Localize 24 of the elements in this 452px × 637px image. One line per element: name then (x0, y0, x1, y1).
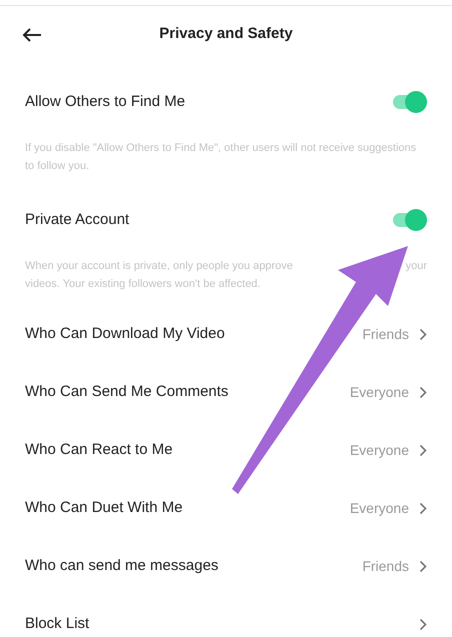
settings-row[interactable]: Block List (0, 595, 452, 637)
settings-row[interactable]: Who Can Download My Video Friends (0, 305, 452, 363)
setting-value: Everyone (350, 382, 409, 402)
settings-row[interactable]: Who Can React to Me Everyone (0, 421, 452, 479)
page-title: Privacy and Safety (158, 24, 294, 44)
setting-label: Who Can React to Me (25, 440, 173, 460)
settings-row[interactable]: Who Can Duet With Me Everyone (0, 479, 452, 537)
setting-label: Allow Others to Find Me (25, 92, 186, 112)
setting-label: Block List (25, 614, 90, 634)
setting-description: videos. Your existing followers won't be affected. (25, 278, 260, 290)
setting-label: Who Can Download My Video (25, 324, 225, 344)
setting-value: Everyone (350, 440, 409, 460)
setting-value: Everyone (350, 498, 409, 518)
setting-description: If you disable "Allow Others to Find Me", other users will not receive suggestions to follow you. (25, 141, 418, 174)
setting-label: Who Can Send Me Comments (25, 382, 228, 402)
setting-description: When your account is private, only people you approve (25, 259, 293, 274)
setting-label: Who Can Duet With Me (25, 498, 183, 518)
setting-value: Friends (362, 324, 409, 344)
setting-label: Who can send me messages (25, 556, 218, 576)
settings-row[interactable]: Who can send me messages Friends (0, 537, 452, 595)
setting-label: Private Account (25, 210, 130, 230)
setting-description: your (406, 259, 427, 274)
setting-value: Friends (362, 556, 409, 576)
settings-row[interactable]: Who Can Send Me Comments Everyone (0, 363, 452, 421)
